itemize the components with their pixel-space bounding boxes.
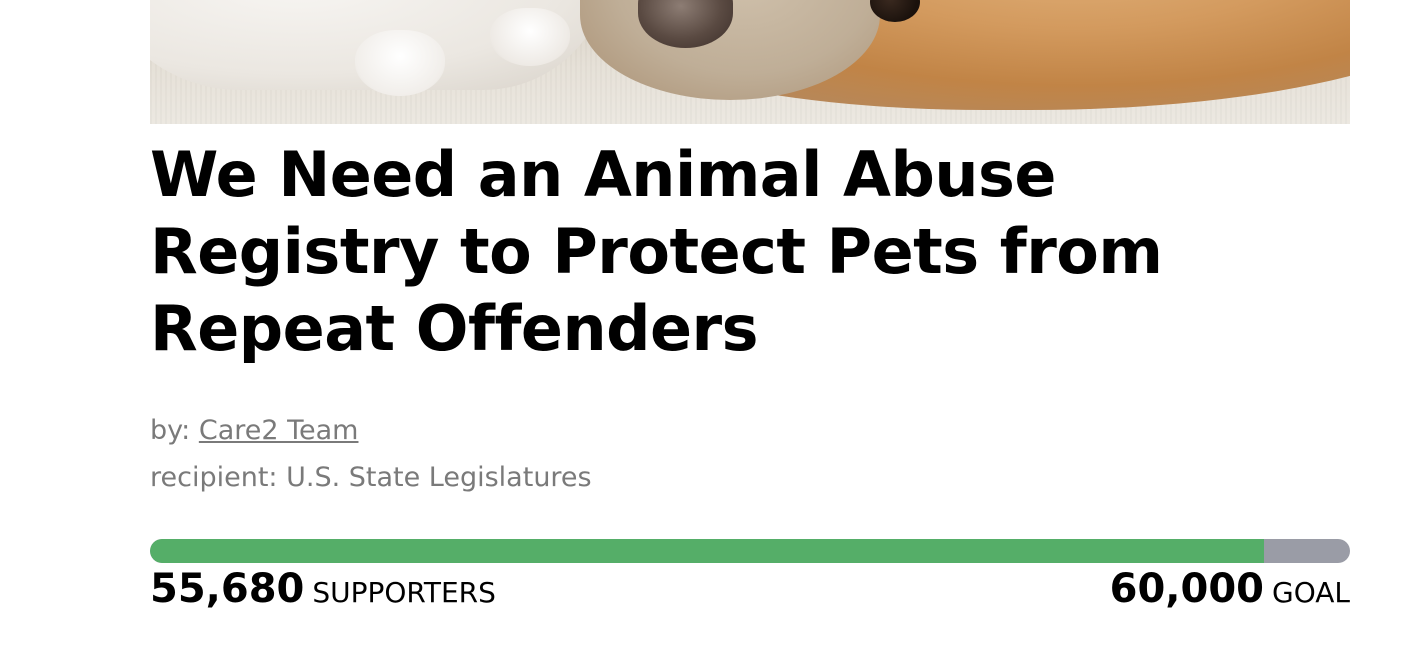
goal-label: GOAL bbox=[1272, 576, 1350, 609]
kitten-paw-right-shape bbox=[490, 8, 570, 66]
supporters-count: 55,680 SUPPORTERS bbox=[150, 566, 496, 612]
petition-meta: by: Care2 Team recipient: U.S. State Leg… bbox=[150, 407, 1350, 501]
recipient-line: recipient: U.S. State Legislatures bbox=[150, 462, 592, 493]
hero-image bbox=[150, 0, 1350, 124]
supporters-label: SUPPORTERS bbox=[312, 576, 496, 609]
goal-count: 60,000 GOAL bbox=[1110, 566, 1350, 612]
author-prefix: by: bbox=[150, 415, 191, 446]
author-link[interactable]: Care2 Team bbox=[199, 415, 359, 446]
petition-title: We Need an Animal Abuse Registry to Prot… bbox=[150, 138, 1163, 365]
author-line: by: Care2 Team bbox=[150, 407, 1350, 454]
supporters-number: 55,680 bbox=[150, 566, 305, 612]
petition-container: We Need an Animal Abuse Registry to Prot… bbox=[150, 0, 1350, 612]
signature-progress-fill bbox=[150, 539, 1264, 563]
signature-counts: 55,680 SUPPORTERS 60,000 GOAL bbox=[150, 566, 1350, 622]
signature-progress-bar bbox=[150, 539, 1350, 563]
goal-number: 60,000 bbox=[1109, 566, 1264, 612]
kitten-paw-left-shape bbox=[355, 30, 445, 96]
